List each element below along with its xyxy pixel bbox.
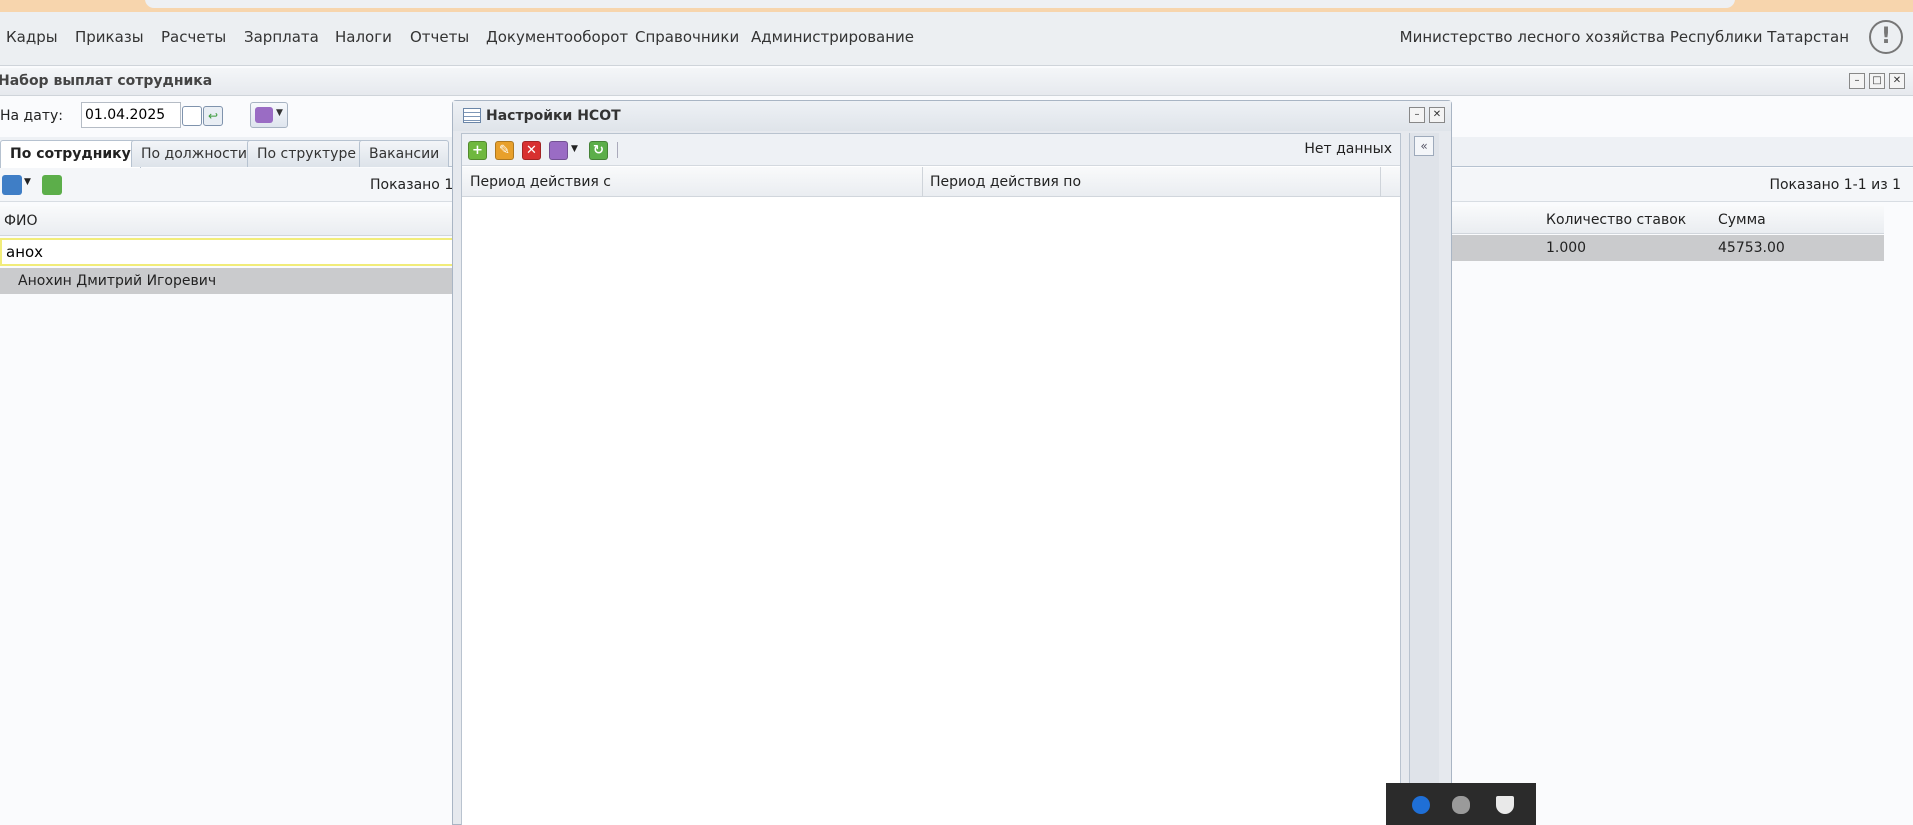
- add-icon[interactable]: +: [468, 141, 487, 160]
- column-sum[interactable]: Сумма: [1718, 212, 1766, 228]
- menu-item-raschety[interactable]: Расчеты: [161, 28, 226, 46]
- menu-item-spravochniki[interactable]: Справочники: [635, 28, 739, 46]
- menu-item-prikazy[interactable]: Приказы: [75, 28, 144, 46]
- column-separator: [1380, 167, 1381, 197]
- left-grid-header: ФИО: [0, 206, 460, 236]
- column-period-to[interactable]: Период действия по: [930, 174, 1081, 190]
- tab-by-employee[interactable]: По сотруднику: [0, 140, 141, 168]
- chevron-down-icon: ▼: [276, 108, 283, 118]
- cell-sum: 45753.00: [1718, 240, 1785, 256]
- actions-menu-button[interactable]: ▼: [250, 102, 288, 128]
- menu-item-otchety[interactable]: Отчеты: [410, 28, 469, 46]
- organization-name: Министерство лесного хозяйства Республик…: [1399, 28, 1849, 46]
- tab-by-position[interactable]: По должности: [131, 140, 258, 167]
- refresh-icon[interactable]: [42, 175, 62, 195]
- bluetooth-icon[interactable]: [1412, 796, 1430, 814]
- column-separator: [922, 167, 923, 197]
- no-data-label: Нет данных: [1304, 141, 1392, 157]
- toolbar-separator: [617, 142, 618, 158]
- main-window-title: Набор выплат сотрудника: [0, 73, 213, 89]
- print-icon[interactable]: [2, 175, 22, 195]
- dialog-minimize-icon[interactable]: –: [1409, 107, 1425, 123]
- menu-item-nalogi[interactable]: Налоги: [335, 28, 392, 46]
- column-rates[interactable]: Количество ставок: [1546, 212, 1686, 228]
- system-tray: [1386, 783, 1536, 825]
- column-period-from[interactable]: Период действия с: [470, 174, 611, 190]
- menu-item-dokumentooborot[interactable]: Документооборот: [486, 28, 628, 46]
- dialog-toolbar: + ✎ ✕ ▼ ↻ Нет данных: [462, 134, 1400, 166]
- calendar-icon[interactable]: [182, 106, 202, 126]
- dialog-titlebar: Настройки НСОТ – ✕: [453, 101, 1451, 131]
- right-pager-info: Показано 1-1 из 1: [1769, 177, 1901, 193]
- collapse-icon[interactable]: «: [1414, 136, 1434, 156]
- close-icon[interactable]: ✕: [1889, 73, 1905, 89]
- gear-icon: [255, 107, 273, 123]
- table-icon: [463, 108, 481, 123]
- right-grid-header: Количество ставок Сумма: [1452, 206, 1884, 234]
- dialog-side-panel: «: [1409, 133, 1439, 825]
- cloud-offline-icon[interactable]: [1452, 796, 1470, 814]
- minimize-icon[interactable]: –: [1849, 73, 1865, 89]
- dialog-close-icon[interactable]: ✕: [1429, 107, 1445, 123]
- address-bar-edge: [145, 0, 1735, 8]
- menu-item-zarplata[interactable]: Зарплата: [244, 28, 319, 46]
- edit-icon[interactable]: ✎: [495, 141, 514, 160]
- security-shield-icon[interactable]: [1496, 796, 1514, 814]
- main-window-titlebar: Набор выплат сотрудника – □ ✕: [0, 68, 1913, 96]
- menu-item-administrirovanie[interactable]: Администрирование: [751, 28, 914, 46]
- dialog-grid-header: Период действия с Период действия по: [462, 167, 1400, 197]
- date-label: На дату:: [0, 108, 63, 124]
- column-fio[interactable]: ФИО: [4, 213, 38, 229]
- tab-vacancies[interactable]: Вакансии: [359, 140, 450, 167]
- apply-date-icon[interactable]: ↩: [203, 106, 223, 126]
- refresh-icon[interactable]: ↻: [589, 141, 608, 160]
- top-accent-strip: [0, 0, 1913, 12]
- delete-icon[interactable]: ✕: [522, 141, 541, 160]
- alert-icon[interactable]: !: [1869, 20, 1903, 54]
- print-chevron-icon[interactable]: ▼: [24, 177, 31, 187]
- date-input[interactable]: [81, 102, 181, 128]
- cell-rates: 1.000: [1546, 240, 1587, 256]
- main-menu-bar: Кадры Приказы Расчеты Зарплата Налоги От…: [0, 12, 1913, 66]
- dialog-title: Настройки НСОТ: [486, 108, 621, 124]
- maximize-icon[interactable]: □: [1869, 73, 1885, 89]
- menu-item-kadry[interactable]: Кадры: [6, 28, 58, 46]
- chevron-down-icon[interactable]: ▼: [571, 144, 578, 154]
- dialog-grid: + ✎ ✕ ▼ ↻ Нет данных Период действия с П…: [461, 133, 1401, 825]
- fio-filter-input[interactable]: [0, 238, 460, 266]
- table-row[interactable]: Анохин Дмитрий Игоревич: [0, 268, 460, 294]
- employee-name: Анохин Дмитрий Игоревич: [18, 273, 217, 289]
- tab-by-structure[interactable]: По структуре: [247, 140, 366, 167]
- table-row[interactable]: 1.000 45753.00: [1452, 235, 1884, 261]
- gear-icon[interactable]: [549, 141, 568, 160]
- nsot-settings-dialog: Настройки НСОТ – ✕ + ✎ ✕ ▼ ↻ Нет данных …: [452, 100, 1452, 825]
